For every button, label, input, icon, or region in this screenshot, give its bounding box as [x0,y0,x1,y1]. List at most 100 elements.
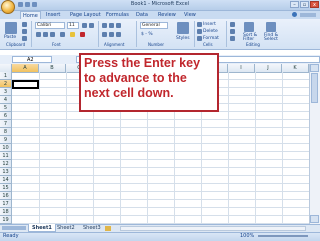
font-name-field[interactable]: Calibri [35,22,65,29]
name-box[interactable]: A2 [12,56,52,63]
column-header[interactable]: B [39,64,66,72]
format-cells-label[interactable]: Format [203,36,219,41]
row-header[interactable]: 16 [0,192,12,200]
shrink-font-icon[interactable] [89,23,94,28]
bold-icon[interactable] [36,32,41,37]
row-header[interactable]: 17 [0,200,12,208]
currency-percent-buttons[interactable]: $ - % [141,32,153,37]
zoom-slider[interactable] [258,235,308,237]
table-row[interactable] [12,176,309,184]
borders-icon[interactable] [60,32,65,37]
select-all-corner[interactable] [0,64,12,72]
restore-button[interactable]: ▫ [300,1,309,8]
row-header[interactable]: 8 [0,128,12,136]
column-header[interactable]: A [12,64,39,72]
fill-color-icon[interactable] [70,32,75,37]
row-header[interactable]: 4 [0,96,12,104]
table-row[interactable] [12,144,309,152]
paste-icon[interactable] [5,22,17,34]
row-header[interactable]: 12 [0,160,12,168]
underline-icon[interactable] [50,32,55,37]
table-row[interactable] [12,152,309,160]
styles-icon[interactable] [177,22,189,34]
select-label[interactable]: Select [264,37,278,42]
row-header[interactable]: 2 [0,80,12,88]
help-icon[interactable] [292,12,297,17]
tab-insert[interactable]: Insert [44,11,62,19]
sheet-tab-3[interactable]: Sheet3 [80,224,104,232]
delete-cells-label[interactable]: Delete [203,29,218,34]
tab-page-layout[interactable]: Page Layout [68,11,103,19]
sheet-navigation-icon[interactable] [2,226,26,230]
minimize-button[interactable]: – [290,1,299,8]
tab-view[interactable]: View [182,11,198,19]
delete-cells-icon[interactable] [197,29,202,34]
align-center-icon[interactable] [109,32,114,37]
row-header[interactable]: 6 [0,112,12,120]
sheet-tab-1[interactable]: Sheet1 [28,224,56,232]
row-header[interactable]: 11 [0,152,12,160]
scroll-up-icon[interactable] [310,64,319,72]
row-header[interactable]: 7 [0,120,12,128]
format-painter-icon[interactable] [22,36,27,41]
table-row[interactable] [12,192,309,200]
row-header[interactable]: 14 [0,176,12,184]
number-format-field[interactable]: General [140,22,168,29]
office-button[interactable] [1,0,15,14]
font-size-field[interactable]: 11 [67,22,79,29]
row-header[interactable]: 1 [0,72,12,80]
align-middle-icon[interactable] [109,23,114,28]
autosum-icon[interactable] [230,22,235,27]
active-cell[interactable] [12,80,39,89]
scroll-down-icon[interactable] [310,215,319,223]
insert-sheet-icon[interactable] [105,226,111,231]
fill-icon[interactable] [230,29,235,34]
font-color-icon[interactable] [80,32,85,37]
row-header[interactable]: 9 [0,136,12,144]
close-button[interactable]: x [310,1,319,8]
column-header[interactable]: K [282,64,309,72]
cut-icon[interactable] [22,22,27,27]
paste-label[interactable]: Paste [4,35,16,40]
ribbon-window-controls[interactable] [300,13,316,17]
row-header[interactable]: 5 [0,104,12,112]
table-row[interactable] [12,168,309,176]
horizontal-scrollbar[interactable] [120,226,306,231]
copy-icon[interactable] [22,29,27,34]
sort-filter-icon[interactable] [244,22,254,32]
align-left-icon[interactable] [102,32,107,37]
table-row[interactable] [12,184,309,192]
insert-cells-icon[interactable] [197,22,202,27]
styles-label[interactable]: Styles [176,36,190,41]
zoom-level[interactable]: 100% [240,233,254,239]
table-row[interactable] [12,208,309,216]
scroll-thumb[interactable] [311,73,318,103]
tab-formulas[interactable]: Formulas [104,11,131,19]
row-header[interactable]: 19 [0,216,12,224]
row-header[interactable]: 13 [0,168,12,176]
column-header[interactable]: J [255,64,282,72]
table-row[interactable] [12,216,309,224]
table-row[interactable] [12,200,309,208]
clear-icon[interactable] [230,36,235,41]
row-header[interactable]: 15 [0,184,12,192]
table-row[interactable] [12,120,309,128]
row-header[interactable]: 3 [0,88,12,96]
table-row[interactable] [12,112,309,120]
table-row[interactable] [12,160,309,168]
italic-icon[interactable] [43,32,48,37]
wrap-text-icon[interactable] [116,23,121,28]
format-cells-icon[interactable] [197,36,202,41]
tab-review[interactable]: Review [156,11,178,19]
merge-center-icon[interactable] [116,32,121,37]
align-top-icon[interactable] [102,23,107,28]
find-select-icon[interactable] [266,22,276,32]
insert-cells-label[interactable]: Insert [203,22,216,27]
column-header[interactable]: I [228,64,255,72]
tab-data[interactable]: Data [134,11,150,19]
row-header[interactable]: 10 [0,144,12,152]
table-row[interactable] [12,128,309,136]
fx-icon[interactable] [64,57,69,62]
grow-font-icon[interactable] [82,23,87,28]
table-row[interactable] [12,136,309,144]
